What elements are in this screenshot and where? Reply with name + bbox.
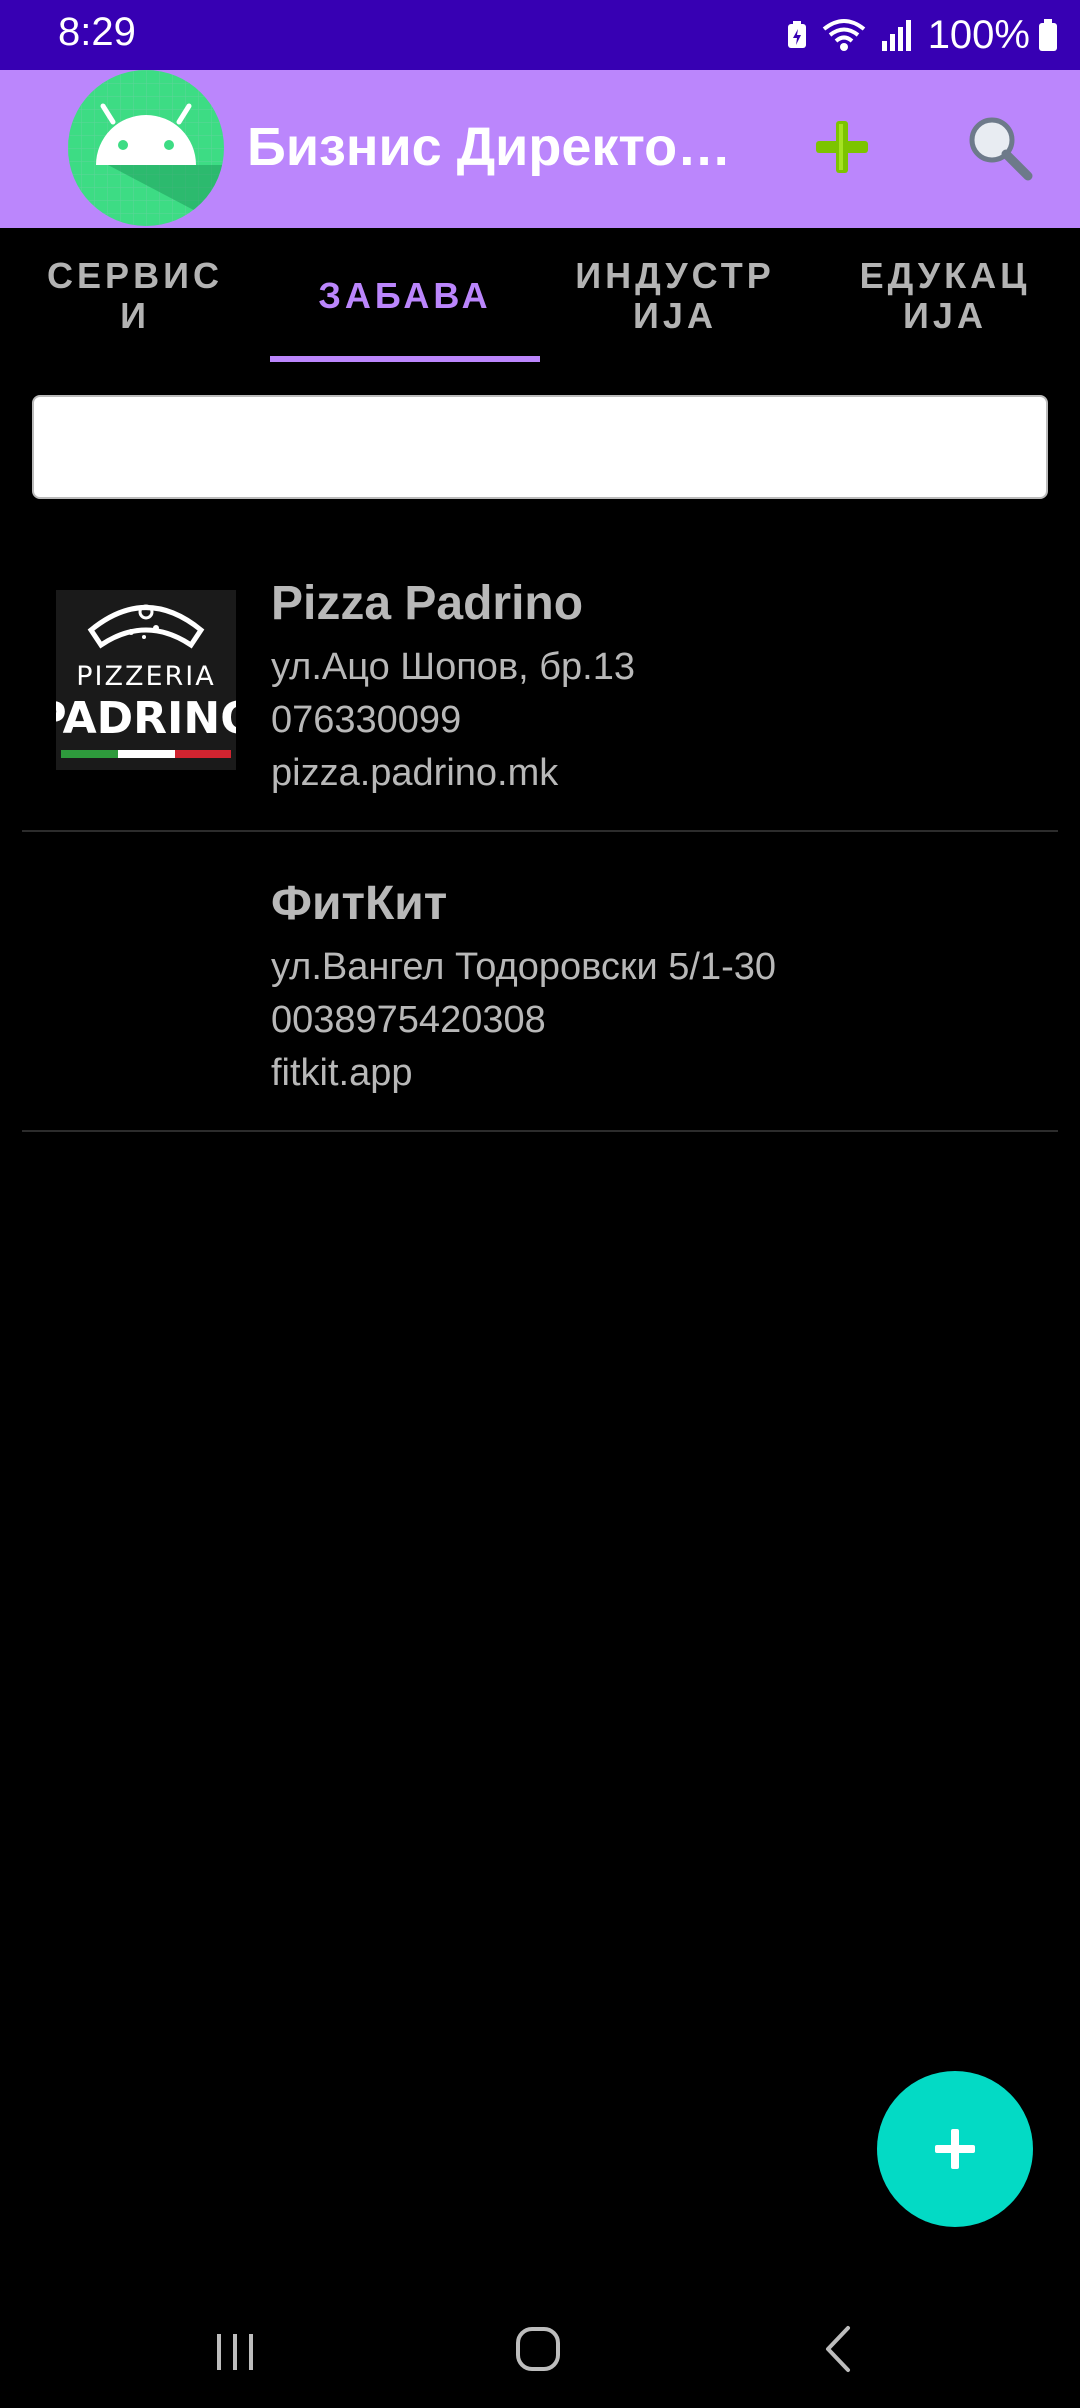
business-phone: 076330099	[271, 699, 462, 741]
tab-indicator	[270, 356, 540, 362]
business-address: ул.Ацо Шопов, бр.13	[271, 646, 635, 688]
tab-zabava[interactable]: ЗАБАВА	[270, 228, 540, 364]
business-phone: 0038975420308	[271, 999, 546, 1041]
battery-percent: 100%	[927, 12, 1030, 57]
tab-label: СЕРВИСИ	[47, 255, 223, 336]
plus-icon	[935, 2129, 975, 2169]
tab-servisi[interactable]: СЕРВИСИ	[0, 228, 270, 364]
battery-saver-icon	[787, 21, 806, 48]
battery-icon	[1039, 19, 1057, 51]
business-name: Pizza Padrino	[271, 577, 584, 630]
search-icon[interactable]	[964, 112, 1036, 184]
tab-label: ИНДУСТРИЈА	[575, 255, 775, 336]
logo-text-line1: PIZZERIA	[76, 661, 216, 692]
business-logo: PIZZERIA PADRINO	[56, 590, 236, 770]
android-logo-icon	[68, 70, 224, 226]
recent-apps-icon[interactable]	[190, 2314, 280, 2384]
business-website: fitkit.app	[271, 1052, 413, 1094]
tab-edukacija[interactable]: ЕДУКАЦИЈА	[810, 228, 1080, 364]
app-bar: Бизнис Директориум	[0, 70, 1080, 228]
navigation-bar	[0, 2290, 1080, 2408]
back-icon[interactable]	[796, 2314, 886, 2384]
business-details: Pizza Padrino ул.Ацо Шопов, бр.13 076330…	[271, 576, 635, 800]
tab-industrija[interactable]: ИНДУСТРИЈА	[540, 228, 810, 364]
add-business-fab[interactable]	[877, 2071, 1033, 2227]
business-address: ул.Вангел Тодоровски 5/1-30	[271, 946, 777, 988]
tab-label: ЕДУКАЦИЈА	[859, 255, 1031, 336]
business-name: ФитКит	[271, 877, 448, 930]
business-website: pizza.padrino.mk	[271, 752, 559, 794]
business-details: ФитКит ул.Вангел Тодоровски 5/1-30 00389…	[271, 876, 776, 1100]
signal-icon	[881, 20, 911, 51]
list-item[interactable]: ФитКит ул.Вангел Тодоровски 5/1-30 00389…	[22, 832, 1058, 1132]
search-input[interactable]	[32, 395, 1048, 499]
screen: 8:29 100% Бизнис Директор СЕРВИСИ ЗАБАВА…	[0, 0, 1080, 2408]
list-item[interactable]: PIZZERIA PADRINO Pizza Padrino ул.Ацо Шо…	[22, 532, 1058, 832]
status-bar: 8:29 100%	[0, 0, 1080, 70]
wifi-icon	[822, 19, 865, 51]
tab-bar: СЕРВИСИ ЗАБАВА ИНДУСТРИЈА ЕДУКАЦИЈА	[0, 228, 1080, 364]
business-list: PIZZERIA PADRINO Pizza Padrino ул.Ацо Шо…	[0, 532, 1080, 1132]
home-icon[interactable]	[493, 2314, 583, 2384]
status-icons: 100%	[786, 12, 1058, 58]
tab-label: ЗАБАВА	[318, 275, 492, 316]
logo-text-line2: PADRINO	[56, 693, 236, 744]
add-icon[interactable]	[812, 117, 872, 177]
app-title: Бизнис Директориум	[247, 117, 737, 177]
status-time: 8:29	[58, 10, 136, 54]
